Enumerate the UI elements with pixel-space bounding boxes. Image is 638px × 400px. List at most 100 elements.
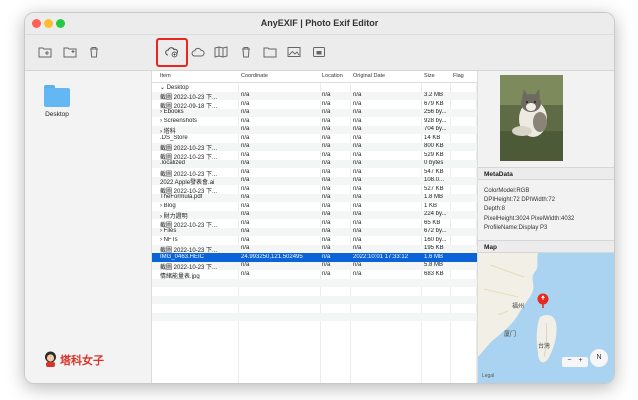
table-row[interactable]: 截圖 2022-10-23 下... n/a n/a n/a 527 KB bbox=[152, 185, 477, 195]
cell-loc: n/a bbox=[322, 160, 331, 166]
table-row[interactable]: 2022 Apple發表會.ai n/a n/a n/a 108.0... bbox=[152, 176, 477, 186]
cell-loc: n/a bbox=[322, 92, 331, 98]
map-zoom-control[interactable]: − + bbox=[562, 357, 588, 367]
cell-date: n/a bbox=[353, 168, 362, 175]
table-row[interactable]: TheFormula.pdf n/a n/a n/a 1.8 MB bbox=[152, 193, 477, 202]
cell-date: n/a bbox=[353, 92, 362, 98]
cell-size: 1.6 MB bbox=[424, 253, 444, 260]
cell-coord: n/a bbox=[241, 92, 250, 98]
cell-size: 800 KB bbox=[424, 143, 444, 149]
cell-loc: n/a bbox=[322, 185, 331, 192]
cell-size: 672 by... bbox=[424, 228, 447, 234]
table-row[interactable]: › Ebooks n/a n/a n/a 256 by... bbox=[152, 108, 477, 117]
map-view[interactable]: 福州 厦门 台灣 Legal − + N bbox=[478, 253, 614, 383]
cell-loc: n/a bbox=[322, 143, 331, 149]
cell-coord: n/a bbox=[241, 236, 250, 243]
cell-item: › Ebooks bbox=[160, 109, 184, 115]
table-row[interactable]: 截圖 2022-10-23 下... n/a n/a n/a 529 KB bbox=[152, 151, 477, 161]
cell-date: n/a bbox=[353, 151, 362, 158]
table-row[interactable]: › Files n/a n/a n/a 672 by... bbox=[152, 227, 477, 236]
map-legal-link[interactable]: Legal bbox=[482, 373, 494, 379]
desktop-folder-icon[interactable] bbox=[44, 85, 70, 107]
table-row[interactable]: › 塔科 n/a n/a n/a 704 by... bbox=[152, 125, 477, 135]
cell-date: n/a bbox=[353, 160, 362, 166]
cell-loc: n/a bbox=[322, 126, 331, 132]
table-row[interactable]: › Screenshots n/a n/a n/a 928 by... bbox=[152, 117, 477, 126]
cell-item: TheFormula.pdf bbox=[160, 194, 203, 200]
cell-size: 256 by... bbox=[424, 109, 447, 115]
cell-size: 160 by... bbox=[424, 236, 447, 243]
cell-date: n/a bbox=[353, 100, 362, 107]
zoom-in-button[interactable]: + bbox=[578, 357, 582, 364]
map-city-fuzhou: 福州 bbox=[512, 304, 525, 310]
cell-date: n/a bbox=[353, 228, 362, 234]
cell-coord: 24.993250,121.502495 bbox=[241, 253, 303, 260]
table-row[interactable]: .DS_Store n/a n/a n/a 14 KB bbox=[152, 134, 477, 143]
cell-item: › Blog bbox=[160, 202, 176, 209]
export-button[interactable] bbox=[312, 46, 326, 58]
cell-date: n/a bbox=[353, 270, 362, 277]
column-header-size[interactable]: Size bbox=[424, 73, 435, 79]
cell-date: n/a bbox=[353, 126, 362, 132]
table-row[interactable]: 截圖 2022-10-23 下... n/a n/a n/a 5.8 MB bbox=[152, 261, 477, 271]
photo-preview bbox=[500, 75, 563, 161]
cell-coord: n/a bbox=[241, 168, 250, 175]
table-row[interactable]: ⌄ Desktop bbox=[152, 83, 477, 92]
table-row[interactable]: .localized n/a n/a n/a 0 bytes bbox=[152, 159, 477, 168]
map-pin-icon bbox=[537, 293, 549, 308]
table-row[interactable]: › NFTs n/a n/a n/a 160 by... bbox=[152, 236, 477, 245]
cell-date: n/a bbox=[353, 245, 362, 251]
brand-text: 塔科女子 bbox=[60, 355, 104, 367]
empty-row bbox=[152, 312, 477, 321]
compass-button[interactable]: N bbox=[590, 349, 608, 367]
table-row[interactable]: 截圖 2022-10-23 下... n/a n/a n/a 547 KB bbox=[152, 168, 477, 178]
table-row[interactable]: 情緒能量表.jpg n/a n/a n/a 683 KB bbox=[152, 270, 477, 280]
map-button[interactable] bbox=[214, 46, 228, 58]
cell-item: .localized bbox=[160, 160, 186, 166]
trash-icon bbox=[242, 47, 250, 58]
table-row-selected[interactable]: IMG_0463.HEIC 24.993250,121.502495 n/a 2022… bbox=[152, 253, 477, 262]
cell-coord: n/a bbox=[241, 134, 250, 141]
title-bar: AnyEXIF | Photo Exif Editor bbox=[25, 13, 614, 35]
column-header-flag[interactable]: Flag bbox=[453, 73, 464, 79]
cell-coord: n/a bbox=[241, 228, 250, 234]
table-row[interactable]: 截圖 2022-09-18 下... n/a n/a n/a 679 KB bbox=[152, 100, 477, 110]
cell-loc: n/a bbox=[322, 262, 331, 268]
desktop-folder-label[interactable]: Desktop bbox=[35, 111, 79, 118]
add-file-button[interactable] bbox=[63, 46, 77, 58]
zoom-out-button[interactable]: − bbox=[567, 357, 571, 364]
metadata-dpi: DPIHeight:72 DPIWidth:72 bbox=[484, 197, 556, 204]
table-row[interactable]: 截圖 2022-10-23 下... n/a n/a n/a 195 KB bbox=[152, 244, 477, 254]
table-row[interactable]: 截圖 2022-10-23 下... n/a n/a n/a 65 KB bbox=[152, 219, 477, 229]
add-folder-button[interactable] bbox=[38, 46, 52, 58]
cloud-button[interactable] bbox=[191, 46, 205, 58]
column-header-item[interactable]: Item bbox=[160, 73, 171, 79]
highlight-box bbox=[156, 38, 188, 67]
table-row[interactable]: › Blog n/a n/a n/a 1 KB bbox=[152, 202, 477, 211]
metadata-profile-name: ProfileName:Display P3 bbox=[484, 224, 548, 231]
cell-item: › NFTs bbox=[160, 236, 178, 243]
map-icon bbox=[214, 46, 228, 58]
cell-date: n/a bbox=[353, 177, 362, 183]
table-row[interactable]: 截圖 2022-10-23 下... n/a n/a n/a 800 KB bbox=[152, 142, 477, 152]
cell-loc: n/a bbox=[322, 219, 331, 226]
table-row[interactable]: › 財力證明 n/a n/a n/a 224 by... bbox=[152, 210, 477, 220]
folder-add-icon bbox=[38, 47, 52, 58]
cell-loc: n/a bbox=[322, 117, 331, 124]
cell-loc: n/a bbox=[322, 202, 331, 209]
column-header-coordinate[interactable]: Coordinate bbox=[241, 73, 268, 79]
photo-button[interactable] bbox=[287, 46, 301, 58]
column-header-location[interactable]: Location bbox=[322, 73, 343, 79]
table-row[interactable]: 截圖 2022-10-23 下... n/a n/a n/a 3.2 MB bbox=[152, 91, 477, 101]
metadata-heading: MetaData bbox=[478, 167, 614, 180]
cell-loc: n/a bbox=[322, 100, 331, 107]
open-folder-button[interactable] bbox=[263, 46, 277, 58]
cell-loc: n/a bbox=[322, 236, 331, 243]
remove-folder-button[interactable] bbox=[87, 46, 101, 58]
delete-button[interactable] bbox=[239, 46, 253, 58]
cell-size: 527 KB bbox=[424, 185, 444, 192]
cell-size: 65 KB bbox=[424, 219, 441, 226]
metadata-color-model: ColorModel:RGB bbox=[484, 188, 530, 194]
cell-coord: n/a bbox=[241, 143, 250, 149]
column-header-original-date[interactable]: Original Date bbox=[353, 73, 385, 79]
